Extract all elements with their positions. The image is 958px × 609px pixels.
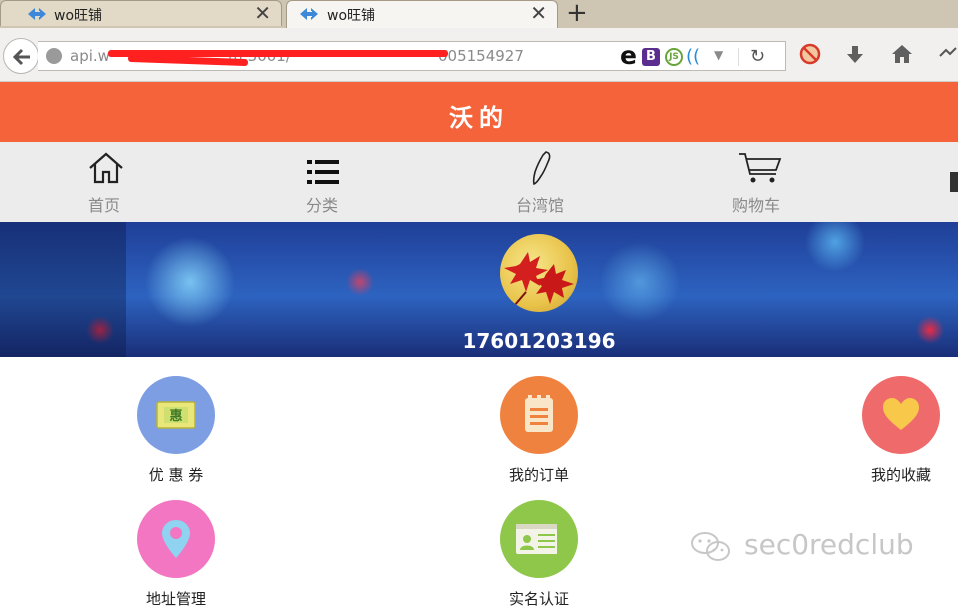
globe-icon: [46, 48, 62, 64]
menu-label: 我的订单: [508, 466, 569, 484]
svg-text:惠: 惠: [169, 408, 182, 424]
site-title: 沃的: [449, 104, 509, 132]
id-card-icon: [516, 524, 557, 554]
maple-leaf-image: [504, 252, 574, 307]
download-icon[interactable]: [845, 44, 865, 66]
favicon-icon: [28, 8, 46, 20]
extensions-icon[interactable]: [938, 46, 958, 62]
browser-tab-2[interactable]: wo旺铺 ✕: [286, 0, 558, 28]
tab-title: wo旺铺: [54, 8, 103, 24]
nav-label: 台湾馆: [515, 196, 564, 215]
nav-label: 购物车: [731, 196, 780, 215]
favicon-icon: [300, 8, 318, 20]
user-phone: 17601203196: [462, 329, 616, 353]
menu-label: 优 惠 券: [148, 466, 204, 484]
blocked-icon[interactable]: [798, 42, 822, 66]
url-bar[interactable]: api.w m:3001/ 005154927 e B JS (( ▼ ↻: [38, 41, 786, 71]
nav-item-taiwan[interactable]: 台湾馆: [480, 142, 600, 222]
back-arrow-icon: [12, 48, 30, 66]
home-icon[interactable]: [891, 43, 913, 65]
nav-item-home[interactable]: 首页: [44, 142, 164, 222]
menu-label: 我的收藏: [870, 466, 931, 484]
cart-icon: [739, 153, 782, 183]
coupon-icon: 惠: [156, 401, 196, 429]
browser-tab-1[interactable]: wo旺铺 ✕: [0, 0, 282, 26]
ext-wave-icon[interactable]: ((: [686, 46, 700, 68]
nav-label: 首页: [87, 196, 120, 215]
url-text-start: api.w: [70, 47, 110, 65]
taiwan-map-icon: [532, 151, 551, 186]
tab-title: wo旺铺: [327, 8, 376, 24]
menu-label: 实名认证: [508, 590, 569, 608]
watermark-text: sec0redclub: [744, 528, 914, 561]
url-separator: [738, 48, 739, 66]
avatar[interactable]: [500, 234, 578, 312]
profile-banner: 17601203196: [0, 222, 958, 357]
home-icon: [89, 152, 123, 184]
new-tab-button[interactable]: +: [566, 0, 588, 27]
url-text-end: 005154927: [438, 47, 524, 65]
ext-js-icon[interactable]: JS: [665, 48, 683, 66]
nav-label: 分类: [305, 196, 338, 215]
list-icon: [307, 160, 339, 184]
nav-item-cart[interactable]: 购物车: [696, 142, 816, 222]
reload-icon[interactable]: ↻: [750, 46, 765, 67]
heart-icon: [883, 398, 919, 430]
wechat-icon: [691, 532, 730, 561]
location-icon: [162, 520, 190, 558]
browser-navbar: api.w m:3001/ 005154927 e B JS (( ▼ ↻: [0, 28, 958, 82]
back-button[interactable]: [3, 38, 39, 74]
tab-bar: wo旺铺 ✕ wo旺铺 ✕ +: [0, 0, 958, 28]
site-header: 沃的: [0, 82, 958, 142]
nav-item-category[interactable]: 分类: [262, 142, 382, 222]
url-dropdown-icon[interactable]: ▼: [714, 48, 723, 70]
tab-close-icon[interactable]: ✕: [530, 2, 547, 24]
ext-e-icon[interactable]: e: [620, 41, 637, 70]
ext-b-icon[interactable]: B: [642, 48, 660, 66]
nav-item-partial[interactable]: [950, 172, 958, 192]
menu-label: 地址管理: [145, 590, 206, 608]
category-nav: 首页 分类 台湾馆 购物车: [0, 142, 958, 222]
tab-close-icon[interactable]: ✕: [254, 2, 271, 24]
order-icon: [525, 395, 553, 432]
